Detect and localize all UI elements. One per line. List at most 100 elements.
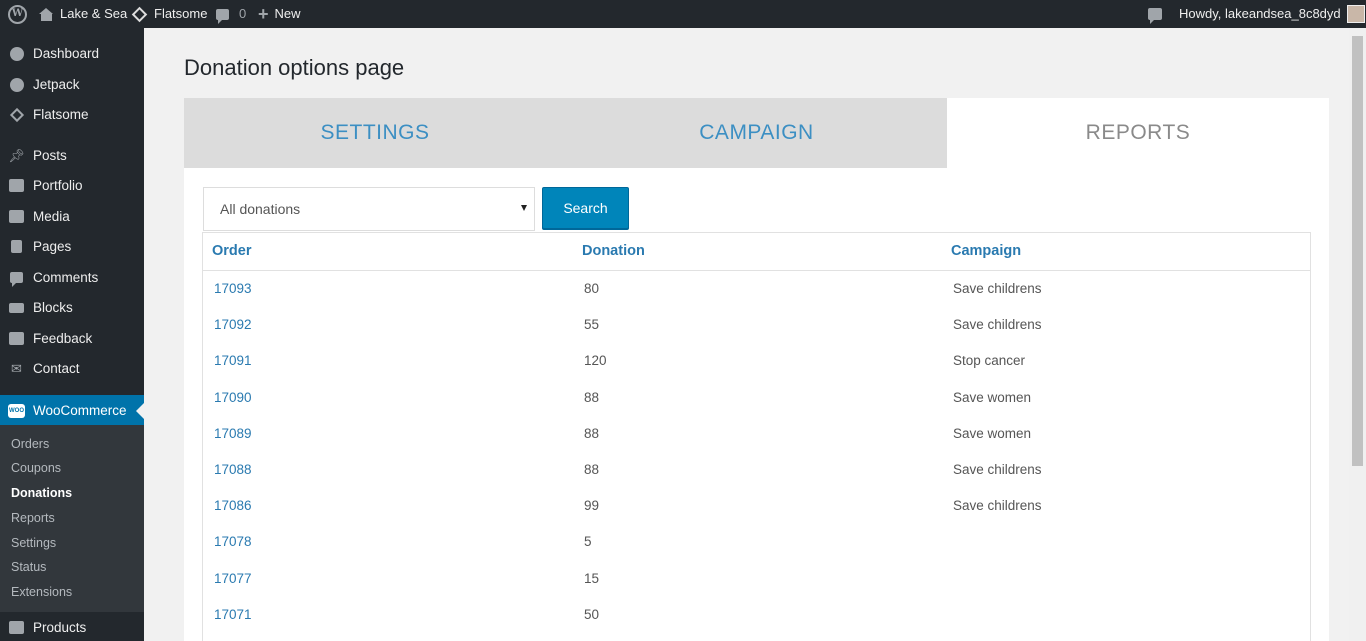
folder-icon (8, 178, 25, 193)
submenu-status[interactable]: Status (11, 558, 46, 576)
new-content-link[interactable]: + New (258, 0, 301, 28)
donation-amount: 88 (584, 462, 600, 477)
table-row: 17089 88 Save women (203, 416, 1310, 452)
comment-icon (8, 270, 25, 287)
page-title: Donation options page (184, 55, 405, 80)
plus-icon: + (258, 4, 269, 24)
woocommerce-submenu: Orders Coupons Donations Reports Setting… (0, 425, 144, 612)
order-link[interactable]: 17086 (214, 488, 252, 524)
donation-options-panel: SETTINGS CAMPAIGN REPORTS All donations … (184, 98, 1329, 641)
theme-name: Flatsome (154, 6, 208, 21)
order-link[interactable]: 17078 (214, 524, 252, 560)
donation-amount: 88 (584, 425, 600, 441)
home-icon (39, 7, 54, 21)
jetpack-icon (8, 77, 25, 92)
sidebar-item-label: Comments (33, 270, 99, 285)
donation-filter-select[interactable]: All donations (203, 187, 535, 231)
search-button[interactable]: Search (542, 187, 629, 229)
sidebar-item-blocks[interactable]: Blocks (0, 292, 144, 323)
donations-table: Order Donation Campaign 17093 80 Save chil… (202, 232, 1311, 641)
donation-amount: 99 (584, 498, 600, 514)
wordpress-logo-icon[interactable]: W (8, 0, 27, 28)
order-link[interactable]: 17092 (214, 307, 252, 343)
flatsome-icon (131, 6, 148, 22)
donation-amount: 55 (584, 317, 600, 333)
sidebar-item-label: Posts (33, 148, 67, 163)
submenu-coupons[interactable]: Coupons (11, 459, 61, 477)
theme-link[interactable]: Flatsome (131, 0, 207, 28)
sidebar-item-feedback[interactable]: Feedback (0, 323, 144, 354)
pages-icon (8, 239, 25, 254)
order-link[interactable]: 17091 (214, 343, 252, 379)
campaign-name: Save childrens (953, 317, 1042, 333)
scrollbar-thumb[interactable] (1352, 36, 1363, 466)
sidebar-item-label: Portfolio (33, 178, 83, 193)
comments-link[interactable]: 0 (216, 0, 246, 28)
mail-icon: ✉ (11, 360, 22, 376)
tab-settings[interactable]: SETTINGS (184, 98, 566, 168)
sidebar-item-portfolio[interactable]: Portfolio (0, 170, 144, 201)
sidebar-item-comments[interactable]: Comments (0, 262, 144, 293)
order-link[interactable]: 17071 (214, 597, 252, 633)
table-row: 17077 15 (203, 561, 1310, 597)
admin-sidebar: Dashboard Jetpack Flatsome 📌︎ Posts Port… (0, 28, 144, 641)
submenu-reports[interactable]: Reports (11, 509, 55, 527)
sidebar-item-media[interactable]: Media (0, 201, 144, 232)
campaign-name: Save childrens (953, 462, 1042, 477)
tab-reports[interactable]: REPORTS (947, 98, 1329, 168)
donation-amount: 88 (584, 389, 600, 405)
sidebar-item-dashboard[interactable]: Dashboard (0, 38, 144, 69)
sidebar-item-label: Products (33, 620, 87, 635)
sidebar-item-flatsome[interactable]: Flatsome (0, 99, 144, 130)
sidebar-item-label: Jetpack (33, 77, 80, 92)
table-row: 17093 80 Save childrens (203, 271, 1310, 307)
chevron-down-icon (521, 205, 527, 211)
sidebar-item-label: Contact (33, 361, 80, 376)
table-row: 17090 88 Save women (203, 380, 1310, 416)
sidebar-item-products[interactable]: Products (0, 612, 144, 641)
sidebar-item-jetpack[interactable]: Jetpack (0, 69, 144, 100)
sidebar-item-woocommerce[interactable]: WOO WooCommerce (0, 395, 144, 426)
campaign-name: Save childrens (953, 498, 1042, 514)
account-menu[interactable]: Howdy, lakeandsea_8c8dyd (1179, 0, 1365, 28)
notifications-icon[interactable] (1148, 0, 1162, 28)
woo-icon: WOO (8, 403, 25, 418)
tab-campaign[interactable]: CAMPAIGN (566, 98, 947, 168)
submenu-settings[interactable]: Settings (11, 534, 56, 552)
column-header-campaign[interactable]: Campaign (951, 233, 1021, 270)
order-link[interactable]: 17089 (214, 416, 252, 452)
donation-amount: 5 (584, 534, 592, 550)
column-header-order[interactable]: Order (212, 233, 252, 270)
filter-selected-value: All donations (220, 201, 301, 217)
site-name: Lake & Sea (60, 6, 128, 21)
order-link[interactable]: 17088 (214, 452, 252, 488)
sidebar-item-pages[interactable]: Pages (0, 231, 144, 262)
column-header-donation[interactable]: Donation (582, 233, 645, 270)
sidebar-item-contact[interactable]: ✉ Contact (0, 353, 144, 384)
table-row: 17088 88 Save childrens (203, 452, 1310, 488)
order-link[interactable]: 17093 (214, 271, 252, 307)
page-scrollbar[interactable] (1349, 28, 1366, 641)
submenu-orders[interactable]: Orders (11, 435, 49, 453)
table-row: 17086 99 Save childrens (203, 488, 1310, 524)
howdy-text: Howdy, lakeandsea_8c8dyd (1179, 6, 1341, 21)
avatar (1346, 5, 1365, 23)
site-name-link[interactable]: Lake & Sea (39, 0, 127, 28)
campaign-name: Save women (953, 425, 1032, 441)
sidebar-item-label: Dashboard (33, 46, 100, 61)
table-row: 17092 55 Save childrens (203, 307, 1310, 343)
order-link[interactable]: 17090 (214, 380, 252, 416)
order-link[interactable]: 17077 (214, 561, 252, 597)
submenu-extensions[interactable]: Extensions (11, 583, 72, 601)
sidebar-item-posts[interactable]: 📌︎ Posts (0, 140, 144, 171)
pin-icon: 📌︎ (8, 147, 25, 163)
comment-icon (216, 8, 229, 24)
campaign-name: Stop cancer (953, 353, 1026, 369)
comments-count: 0 (239, 6, 247, 21)
sidebar-item-label: Pages (33, 239, 72, 254)
feedback-icon (8, 331, 25, 346)
submenu-donations[interactable]: Donations (11, 484, 72, 502)
sidebar-item-label: Blocks (33, 300, 73, 315)
campaign-name: Save childrens (953, 281, 1042, 296)
sidebar-item-label: Feedback (33, 331, 93, 346)
